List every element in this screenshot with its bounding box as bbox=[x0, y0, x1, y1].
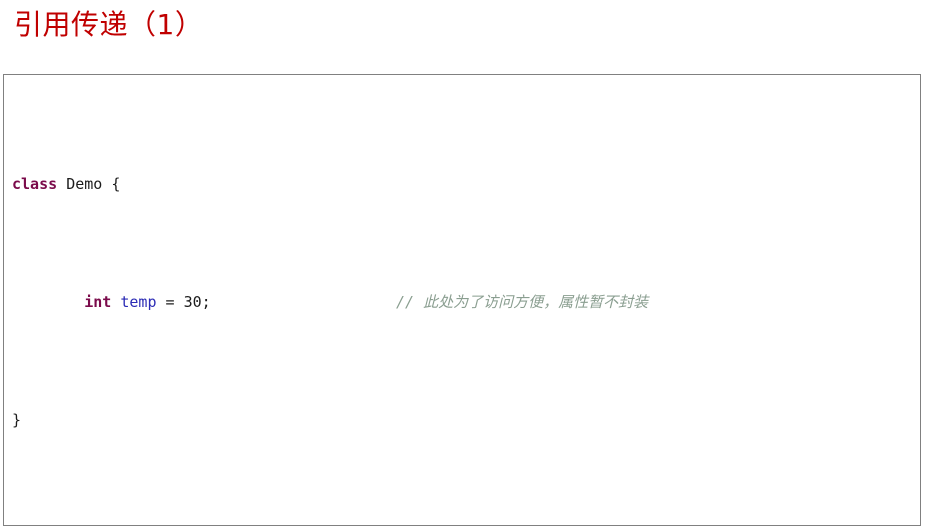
code-line-3: } bbox=[12, 411, 22, 430]
slide-canvas: 引用传递（1） class Demo { int temp = 30;// 此处… bbox=[0, 0, 925, 529]
code-block: class Demo { int temp = 30;// 此处为了访问方便，属… bbox=[3, 74, 921, 526]
type-demo: Demo bbox=[66, 175, 103, 194]
field-temp: temp bbox=[120, 293, 157, 312]
page-title: 引用传递（1） bbox=[14, 8, 204, 41]
number-30: 30 bbox=[183, 293, 202, 312]
comment-field-access: // 此处为了访问方便，属性暂不封装 bbox=[396, 293, 649, 312]
code-listing: class Demo { int temp = 30;// 此处为了访问方便，属… bbox=[4, 79, 920, 525]
keyword-int: int bbox=[84, 293, 112, 312]
code-line-1: class Demo { bbox=[12, 175, 121, 194]
code-line-2: int temp = 30;// 此处为了访问方便，属性暂不封装 bbox=[4, 291, 920, 315]
keyword-class: class bbox=[12, 175, 58, 194]
